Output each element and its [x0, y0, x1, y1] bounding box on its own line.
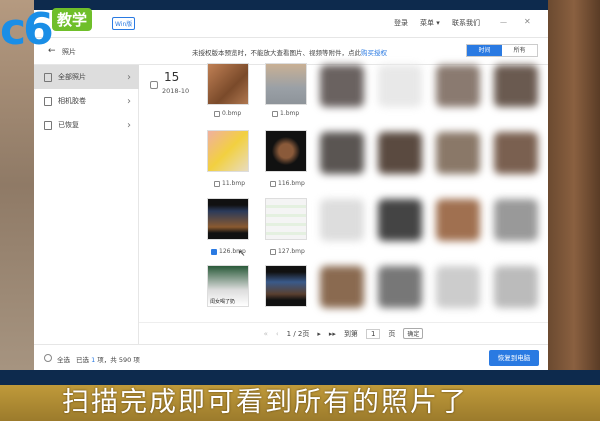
- photo-thumbnail[interactable]: [207, 198, 249, 240]
- view-toggle: 时间 所有: [466, 44, 538, 57]
- chevron-right-icon: ›: [127, 119, 131, 131]
- image-icon: [44, 96, 52, 106]
- select-all-label[interactable]: 全选: [57, 354, 70, 364]
- goto-label: 到第: [343, 329, 358, 338]
- edition-badge: Win版: [112, 17, 136, 30]
- blurred-thumbnail: [436, 132, 480, 174]
- next-page-button[interactable]: ▸: [317, 330, 321, 338]
- tab-time[interactable]: 时间: [467, 45, 502, 56]
- bottom-bar: 全选 已选 1 项，共 590 项 恢复到电脑: [34, 344, 548, 370]
- sidebar-item-all-photos[interactable]: 全部照片 ›: [34, 65, 139, 89]
- photo-name: 11.bmp: [222, 180, 246, 187]
- blurred-thumbnail: [378, 266, 422, 308]
- blurred-thumbnail: [436, 266, 480, 308]
- blurred-thumbnail: [494, 132, 538, 174]
- background-band-top: [34, 0, 548, 10]
- blurred-thumbnail: [436, 65, 480, 107]
- video-caption: 扫描完成即可看到所有的照片了: [0, 385, 600, 421]
- selected-count: 1: [91, 356, 96, 364]
- page-input[interactable]: 1: [365, 328, 381, 339]
- prev-page-button[interactable]: ‹: [276, 330, 279, 338]
- photo-checkbox[interactable]: [214, 110, 220, 117]
- photo-label[interactable]: 11.bmp: [214, 180, 245, 187]
- photo-thumbnail[interactable]: [207, 130, 249, 172]
- select-all-radio[interactable]: [44, 354, 52, 362]
- tab-all[interactable]: 所有: [502, 45, 537, 56]
- chevron-right-icon: ›: [127, 95, 131, 107]
- blurred-thumbnail: [320, 266, 364, 308]
- last-page-button[interactable]: ▸▸: [329, 330, 336, 338]
- photo-checkbox-checked[interactable]: [211, 248, 217, 255]
- contact-link[interactable]: 联系我们: [452, 18, 480, 28]
- sidebar-item-label: 相机胶卷: [58, 97, 86, 105]
- notice-text: 未授权版本预览时，不能放大查看图片、视频等附件，点此: [192, 49, 361, 57]
- photo-name: 1.bmp: [280, 110, 300, 117]
- photo-thumbnail[interactable]: [265, 198, 307, 240]
- photo-label[interactable]: 127.bmp: [270, 248, 305, 255]
- photo-label[interactable]: 0.bmp: [214, 110, 241, 117]
- caption-band-top: [0, 370, 600, 385]
- photo-thumbnail[interactable]: [265, 63, 307, 105]
- site-logo: c6: [0, 4, 54, 55]
- sidebar-item-camera-roll[interactable]: 相机胶卷 ›: [34, 89, 139, 113]
- restore-to-pc-button[interactable]: 恢复到电脑: [489, 350, 539, 366]
- close-button[interactable]: ✕: [524, 17, 531, 26]
- page-title: 照片: [62, 48, 76, 56]
- document-icon: [44, 72, 52, 82]
- photo-checkbox[interactable]: [270, 248, 276, 255]
- confirm-button[interactable]: 确定: [403, 328, 424, 339]
- sidebar: 全部照片 › 相机胶卷 › 已恢复 ›: [34, 65, 139, 344]
- sidebar-item-label: 全部照片: [58, 73, 86, 81]
- background-photo: [0, 0, 34, 370]
- blurred-thumbnail: [320, 199, 364, 241]
- blurred-thumbnail: [378, 65, 422, 107]
- selected-prefix: 已选: [76, 356, 89, 364]
- meme-caption: 闺女喝了奶: [210, 299, 236, 305]
- photo-name: 0.bmp: [222, 110, 242, 117]
- blurred-thumbnail: [436, 199, 480, 241]
- background-photo-right: [548, 0, 600, 370]
- first-page-button[interactable]: «: [264, 330, 268, 338]
- photo-thumbnail[interactable]: [265, 130, 307, 172]
- photo-label[interactable]: 1.bmp: [272, 110, 299, 117]
- buy-license-link[interactable]: 购买授权: [361, 49, 387, 57]
- blurred-thumbnail: [494, 266, 538, 308]
- photo-checkbox[interactable]: [214, 180, 220, 187]
- group-day: 15: [164, 70, 180, 84]
- photo-name: 116.bmp: [278, 180, 305, 187]
- login-link[interactable]: 登录: [394, 18, 408, 28]
- blurred-thumbnail: [378, 132, 422, 174]
- photo-checkbox[interactable]: [272, 110, 278, 117]
- blurred-thumbnail: [320, 65, 364, 107]
- blurred-thumbnail: [494, 199, 538, 241]
- photo-name: 127.bmp: [278, 248, 305, 255]
- photo-checkbox[interactable]: [270, 180, 276, 187]
- page-unit: 页: [388, 329, 396, 338]
- logo-badge: 教学: [52, 8, 93, 31]
- license-notice: 未授权版本预览时，不能放大查看图片、视频等附件，点此购买授权: [192, 47, 387, 57]
- blurred-thumbnail: [320, 132, 364, 174]
- group-month: 2018-10: [162, 87, 190, 95]
- page-indicator: 1 / 2页: [286, 329, 310, 338]
- group-checkbox[interactable]: [150, 81, 158, 89]
- photo-thumbnail[interactable]: 闺女喝了奶: [207, 265, 249, 307]
- selection-status: 已选 1 项，共 590 项: [76, 354, 140, 364]
- minimize-button[interactable]: —: [500, 18, 507, 26]
- menu-dropdown[interactable]: 菜单 ▾: [420, 18, 440, 28]
- toolbar: ← 照片 未授权版本预览时，不能放大查看图片、视频等附件，点此购买授权 时间 所…: [34, 38, 548, 65]
- blurred-thumbnail: [494, 65, 538, 107]
- photo-thumbnail[interactable]: [207, 63, 249, 105]
- chevron-right-icon: ›: [127, 71, 131, 83]
- sidebar-item-label: 已恢复: [58, 121, 79, 129]
- photo-label[interactable]: 116.bmp: [270, 180, 305, 187]
- selected-suffix: 项，共 590 项: [97, 356, 140, 364]
- image-icon: [44, 120, 52, 130]
- photo-thumbnail[interactable]: [265, 265, 307, 307]
- blurred-thumbnail: [378, 199, 422, 241]
- mouse-cursor-icon: ↖: [238, 249, 246, 259]
- app-window: Win版 登录 菜单 ▾ 联系我们 — ✕ ← 照片 未授权版本预览时，不能放大…: [34, 10, 548, 370]
- pagination: « ‹ 1 / 2页 ▸ ▸▸ 到第 1 页 确定: [139, 322, 548, 344]
- sidebar-item-recovered[interactable]: 已恢复 ›: [34, 113, 139, 137]
- title-bar: Win版 登录 菜单 ▾ 联系我们 — ✕: [34, 10, 548, 38]
